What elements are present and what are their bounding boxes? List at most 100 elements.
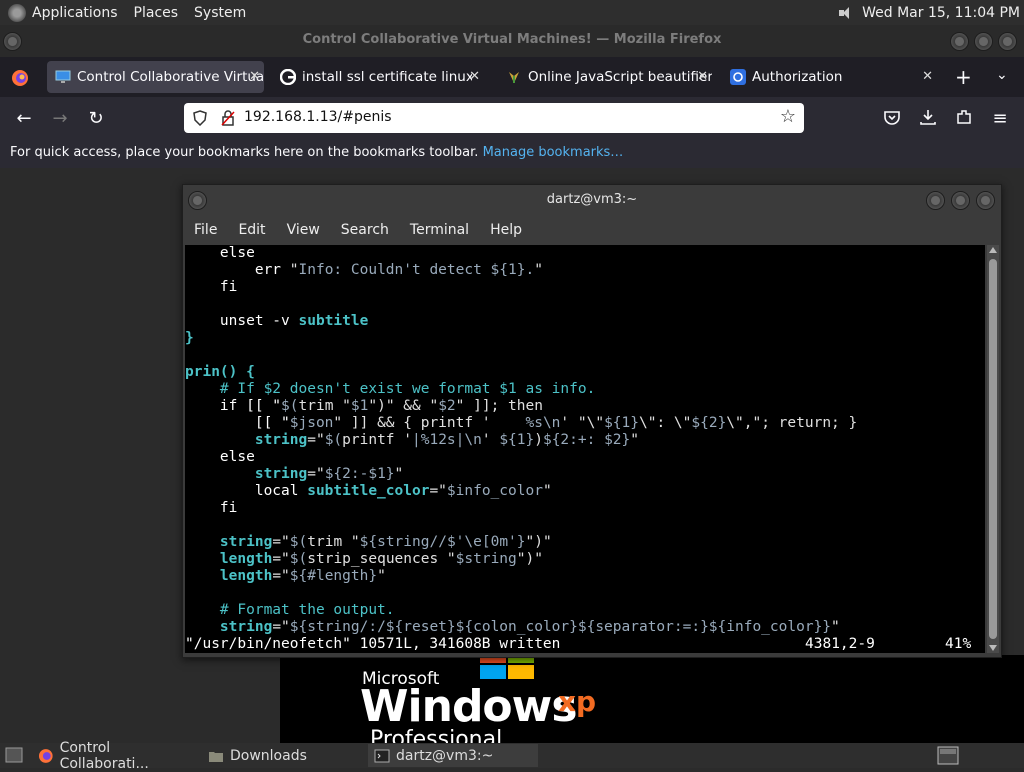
list-tabs-chevron-icon[interactable]: ⌄ [996, 67, 1008, 83]
minimize-button[interactable] [950, 32, 969, 51]
tab-js-beautifier[interactable]: Online JavaScript beautifier ✕ [498, 61, 712, 93]
show-desktop-icon[interactable] [5, 747, 23, 763]
tab-label: install ssl certificate linux - G [302, 69, 472, 85]
maximize-button[interactable] [974, 32, 993, 51]
tab-close-icon[interactable]: ✕ [922, 69, 933, 84]
places-menu[interactable]: Places [134, 5, 179, 21]
code-line: [[ "$json" ]] && { printf ' %s\n' "\"${1… [185, 415, 858, 431]
reload-button[interactable]: ↻ [83, 106, 109, 132]
taskbar-item-terminal[interactable]: dartz@vm3:~ [368, 744, 538, 767]
status-file: "/usr/bin/neofetch" 10571L, 341608B writ… [185, 636, 561, 652]
top-panel: Applications Places System Wed Mar 15, 1… [0, 0, 1024, 25]
terminal-window[interactable]: dartz@vm3:~ File Edit View Search Termin… [182, 184, 1002, 658]
tab-label: Online JavaScript beautifier [528, 69, 712, 85]
code-line: fi [185, 279, 238, 295]
taskbar-item-downloads[interactable]: Downloads [202, 744, 362, 767]
tab-bar: Control Collaborative Virtua ✕ install s… [0, 57, 1024, 97]
vim-status-line: "/usr/bin/neofetch" 10571L, 341608B writ… [185, 636, 985, 653]
insecure-lock-icon[interactable] [220, 110, 236, 126]
folder-icon [209, 751, 223, 762]
menu-file[interactable]: File [194, 222, 217, 238]
distro-logo-icon[interactable] [8, 3, 26, 22]
taskbar-label: Downloads [230, 747, 307, 764]
status-percent: 41% [945, 636, 972, 652]
terminal-icon [374, 749, 390, 762]
terminal-menubar: File Edit View Search Terminal Help [183, 217, 1001, 243]
bookmarks-hint: For quick access, place your bookmarks h… [10, 145, 479, 160]
menu-edit[interactable]: Edit [238, 222, 265, 238]
taskbar-label: Control Collaborati... [59, 739, 149, 772]
window-title: Control Collaborative Virtual Machines! … [302, 32, 722, 47]
xp-version-text: xp [558, 685, 597, 718]
new-tab-button[interactable]: + [955, 65, 972, 89]
clock[interactable]: Wed Mar 15, 11:04 PM [862, 5, 1020, 21]
terminal-scrollbar[interactable] [987, 245, 999, 653]
taskbar-label: dartz@vm3:~ [396, 747, 494, 764]
code-line: fi [185, 500, 238, 516]
pocket-icon[interactable] [883, 109, 901, 127]
code-line: string="$(trim "${string//$'\e[0m'}")" [185, 534, 552, 550]
scrollbar-thumb[interactable] [989, 259, 997, 639]
tab-authorization[interactable]: Authorization ✕ [722, 61, 937, 93]
back-button[interactable]: ← [11, 106, 37, 132]
firefox-view-icon[interactable] [11, 69, 29, 87]
system-menu[interactable]: System [194, 5, 246, 21]
vm-display[interactable]: Microsoft Windows xp Professional [280, 655, 1024, 743]
terminal-minimize-button[interactable] [926, 191, 945, 210]
tab-control-collaborative[interactable]: Control Collaborative Virtua ✕ [47, 61, 264, 93]
forward-button[interactable]: → [47, 106, 73, 132]
windows-flag-icon [480, 655, 540, 679]
downloads-icon[interactable] [919, 108, 937, 126]
terminal-close-button[interactable] [976, 191, 995, 210]
menu-view[interactable]: View [287, 222, 320, 238]
tab-ssl-certificate[interactable]: install ssl certificate linux - G ✕ [272, 61, 484, 93]
hamburger-menu-icon[interactable]: ≡ [987, 106, 1013, 132]
at-icon [730, 69, 746, 85]
scroll-down-icon[interactable] [989, 645, 997, 651]
menu-search[interactable]: Search [341, 222, 389, 238]
terminal-titlebar: dartz@vm3:~ [183, 185, 1001, 215]
firefox-titlebar: Control Collaborative Virtual Machines! … [0, 25, 1024, 57]
terminal-output[interactable]: else err "Info: Couldn't detect ${1}." f… [185, 245, 985, 653]
terminal-title: dartz@vm3:~ [546, 192, 638, 207]
code-line: prin() { [185, 364, 255, 380]
beautifier-icon [509, 72, 519, 83]
menu-terminal[interactable]: Terminal [410, 222, 469, 238]
code-line: } [185, 330, 194, 346]
firefox-icon [38, 748, 53, 763]
code-line: length="$(strip_sequences "$string")" [185, 551, 543, 567]
code-line: string="$(printf '|%12s|\n' ${1})${2:+: … [185, 432, 640, 448]
code-line: else [185, 449, 255, 465]
volume-icon[interactable] [838, 5, 854, 21]
tab-close-icon[interactable]: ✕ [469, 69, 480, 84]
bookmark-star-icon[interactable]: ☆ [780, 106, 796, 127]
code-line: string="${2:-$1}" [185, 466, 404, 482]
code-line: err "Info: Couldn't detect ${1}." [185, 262, 543, 278]
google-icon [280, 69, 296, 85]
close-button[interactable] [998, 32, 1017, 51]
nav-bar: ← → ↻ 192.168.1.13/#penis ☆ ≡ [0, 97, 1024, 140]
terminal-window-menu-button[interactable] [188, 191, 207, 210]
code-line: # Format the output. [185, 602, 395, 618]
window-menu-button[interactable] [3, 32, 22, 51]
extensions-icon[interactable] [955, 108, 973, 126]
tab-close-icon[interactable]: ✕ [697, 69, 708, 84]
terminal-maximize-button[interactable] [951, 191, 970, 210]
tab-close-icon[interactable]: ✕ [249, 69, 260, 84]
url-text[interactable]: 192.168.1.13/#penis [244, 109, 392, 125]
manage-bookmarks-link[interactable]: Manage bookmarks… [483, 145, 624, 160]
scroll-up-icon[interactable] [989, 247, 997, 253]
menu-help[interactable]: Help [490, 222, 522, 238]
workspace-switcher-icon[interactable] [937, 746, 959, 765]
shield-icon[interactable] [192, 110, 208, 126]
bookmarks-toolbar: For quick access, place your bookmarks h… [0, 140, 1024, 168]
taskbar-item-firefox[interactable]: Control Collaborati... [32, 740, 200, 772]
xp-edition-text: Professional [370, 727, 503, 743]
code-line: else [185, 245, 255, 261]
status-position: 4381,2-9 [805, 636, 875, 652]
url-bar[interactable]: 192.168.1.13/#penis ☆ [184, 103, 804, 133]
applications-menu[interactable]: Applications [32, 5, 118, 21]
